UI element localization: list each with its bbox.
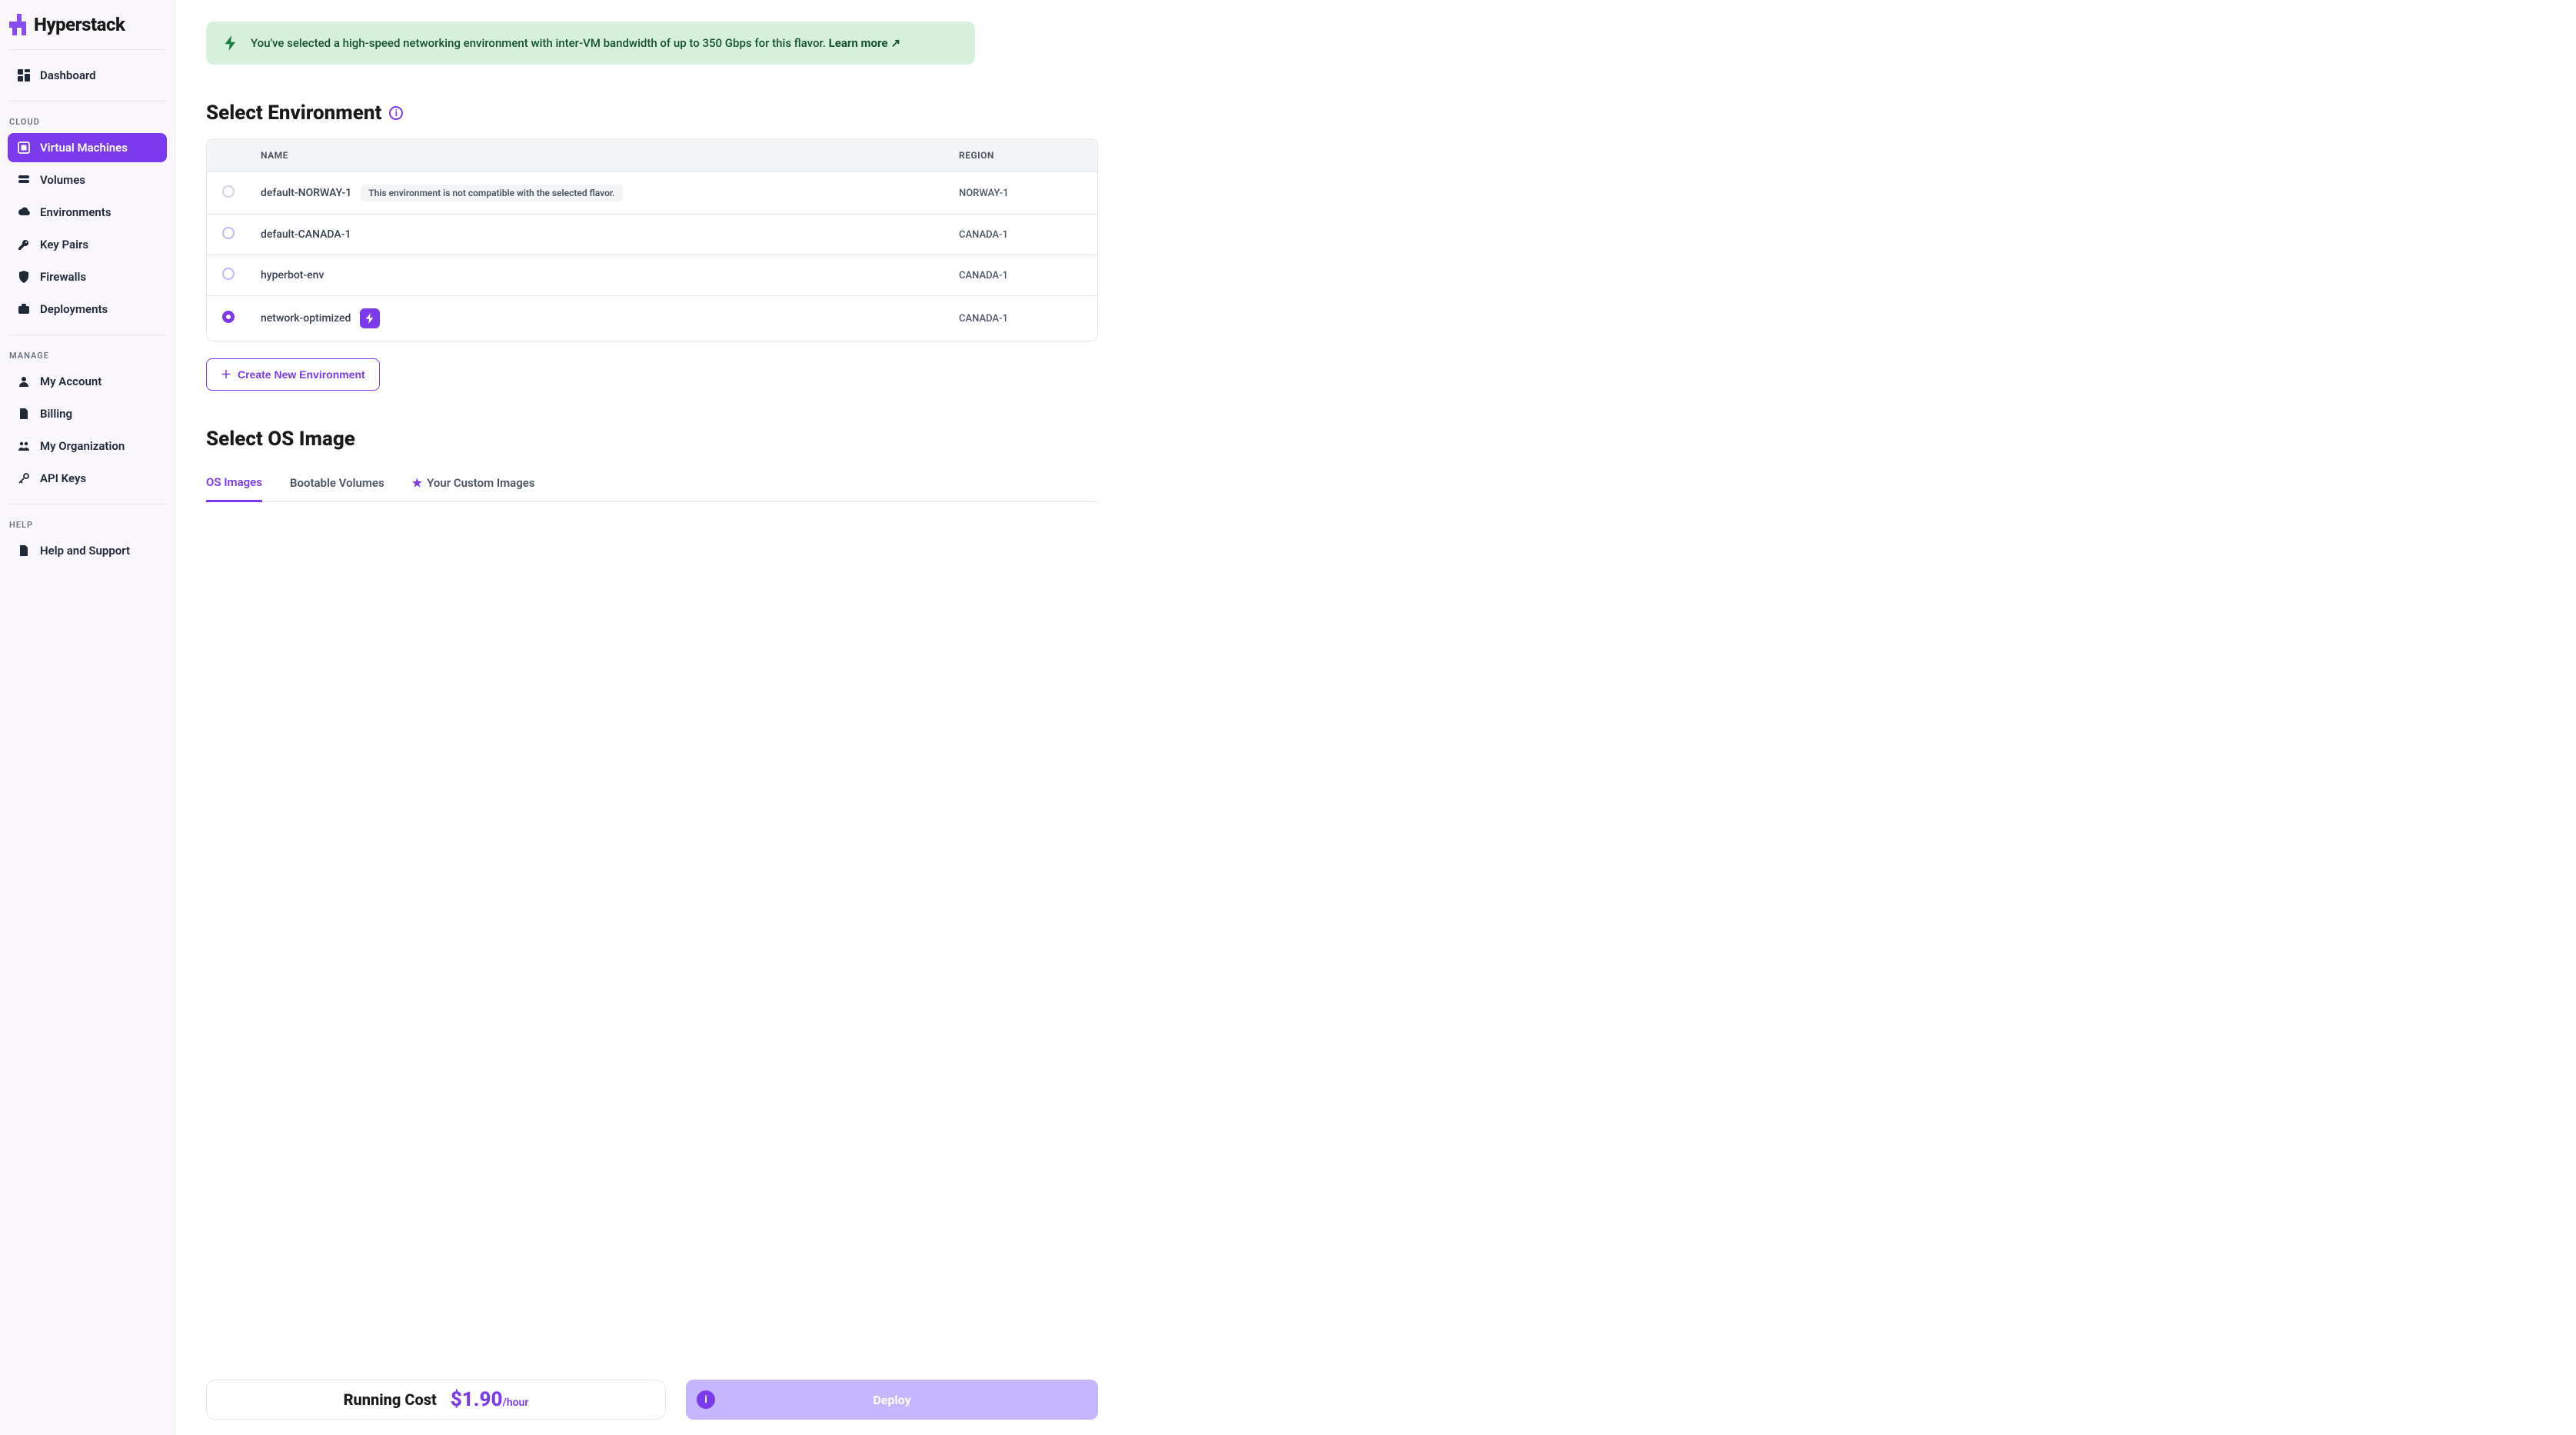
sidebar-item-virtual-machines[interactable]: Virtual Machines [8,133,167,162]
env-name: network-optimized [261,312,351,325]
env-region: CANADA-1 [959,313,1082,325]
sidebar-item-dashboard[interactable]: Dashboard [8,61,167,90]
user-icon [17,375,31,388]
main-content: You've selected a high-speed networking … [175,0,2576,1435]
document-icon [17,407,31,421]
cloud-icon [17,205,31,219]
env-warning-badge: This environment is not compatible with … [361,185,622,201]
select-env-title: Select Environment i [206,102,2545,125]
radio-input[interactable] [222,268,235,280]
sidebar-item-help[interactable]: Help and Support [8,536,167,565]
banner-learn-more-link[interactable]: Learn more↗ [829,36,900,50]
sidebar-group-top: Dashboard [8,61,167,90]
volumes-icon [17,173,31,187]
sidebar-item-billing[interactable]: Billing [8,399,167,428]
environment-table-header: NAME REGION [207,139,1097,171]
tab-os-images[interactable]: OS Images [206,464,262,502]
star-icon: ★ [412,476,422,490]
bolt-badge-icon [360,308,380,328]
tab-custom-images[interactable]: ★ Your Custom Images [412,464,535,501]
brand[interactable]: Hyperstack [8,14,167,50]
environment-table: NAME REGION default-NORWAY-1 This enviro… [206,138,1098,341]
sidebar-group-label-manage: MANAGE [8,346,167,367]
radio-input[interactable] [222,185,235,198]
sidebar-item-label: Environments [40,205,111,219]
env-name: hyperbot-env [261,269,324,281]
sidebar-item-api-keys[interactable]: API Keys [8,464,167,493]
table-row[interactable]: default-CANADA-1 CANADA-1 [207,214,1097,255]
networking-banner: You've selected a high-speed networking … [206,22,975,65]
deploy-button[interactable]: i Deploy [686,1380,1098,1420]
key-icon [17,238,31,251]
radio-input[interactable] [222,227,235,239]
sidebar-item-label: My Account [40,375,102,388]
col-header-name: NAME [261,150,959,161]
sidebar-item-environments[interactable]: Environments [8,198,167,227]
sidebar-group-label-help: HELP [8,515,167,536]
sidebar-item-label: Virtual Machines [40,141,128,155]
env-region: NORWAY-1 [959,188,1082,199]
sidebar-group-help: HELP Help and Support [8,504,167,565]
sidebar-item-label: Deployments [40,302,108,316]
env-name: default-NORWAY-1 [261,187,351,199]
tab-bootable-volumes[interactable]: Bootable Volumes [290,464,384,501]
plus-icon: ＋ [221,367,231,382]
table-row[interactable]: hyperbot-env CANADA-1 [207,255,1097,295]
deploy-info-icon[interactable]: i [697,1390,715,1409]
brand-name: Hyperstack [34,14,125,35]
sidebar-item-firewalls[interactable]: Firewalls [8,262,167,291]
briefcase-icon [17,302,31,316]
sidebar-item-label: Key Pairs [40,238,88,251]
users-icon [17,439,31,453]
sidebar-item-my-organization[interactable]: My Organization [8,431,167,461]
bolt-icon [223,35,238,51]
table-row[interactable]: default-NORWAY-1 This environment is not… [207,171,1097,214]
external-arrow-icon: ↗ [890,36,900,50]
cost-unit: /hour [503,1397,529,1409]
sidebar-item-label: Volumes [40,173,85,187]
cost-label: Running Cost [344,1390,437,1409]
select-os-title: Select OS Image [206,428,2545,451]
info-icon[interactable]: i [389,106,403,120]
env-region: CANADA-1 [959,270,1082,281]
running-cost-box: Running Cost $1.90/hour [206,1380,666,1420]
sidebar-group-cloud: CLOUD Virtual Machines Volumes Environme… [8,101,167,324]
banner-text: You've selected a high-speed networking … [251,36,900,50]
env-name: default-CANADA-1 [261,228,351,241]
dashboard-icon [17,68,31,82]
vm-icon [17,141,31,155]
sidebar-item-keypairs[interactable]: Key Pairs [8,230,167,259]
cost-value: $1.90 [451,1388,503,1411]
sidebar-item-my-account[interactable]: My Account [8,367,167,396]
sidebar-item-label: Dashboard [40,68,96,82]
table-row[interactable]: network-optimized CANADA-1 [207,295,1097,341]
sidebar-item-label: Help and Support [40,544,130,558]
create-environment-button[interactable]: ＋ Create New Environment [206,358,380,391]
sidebar-item-label: My Organization [40,439,125,453]
sidebar-item-label: Billing [40,407,72,421]
radio-input[interactable] [222,311,235,323]
sidebar-item-label: API Keys [40,471,86,485]
sidebar: Hyperstack Dashboard CLOUD Virtual Machi… [0,0,175,1435]
help-doc-icon [17,544,31,558]
sidebar-item-deployments[interactable]: Deployments [8,295,167,324]
sidebar-group-label-cloud: CLOUD [8,112,167,133]
sidebar-group-manage: MANAGE My Account Billing My Organizatio… [8,335,167,493]
shield-icon [17,270,31,284]
footer-bar: Running Cost $1.90/hour i Deploy [206,1380,1098,1420]
sidebar-item-label: Firewalls [40,270,86,284]
os-tabs: OS Images Bootable Volumes ★ Your Custom… [206,464,1098,502]
brand-logo-icon [8,14,26,35]
sidebar-item-volumes[interactable]: Volumes [8,165,167,195]
api-key-icon [17,471,31,485]
env-region: CANADA-1 [959,229,1082,241]
col-header-region: REGION [959,150,1082,161]
